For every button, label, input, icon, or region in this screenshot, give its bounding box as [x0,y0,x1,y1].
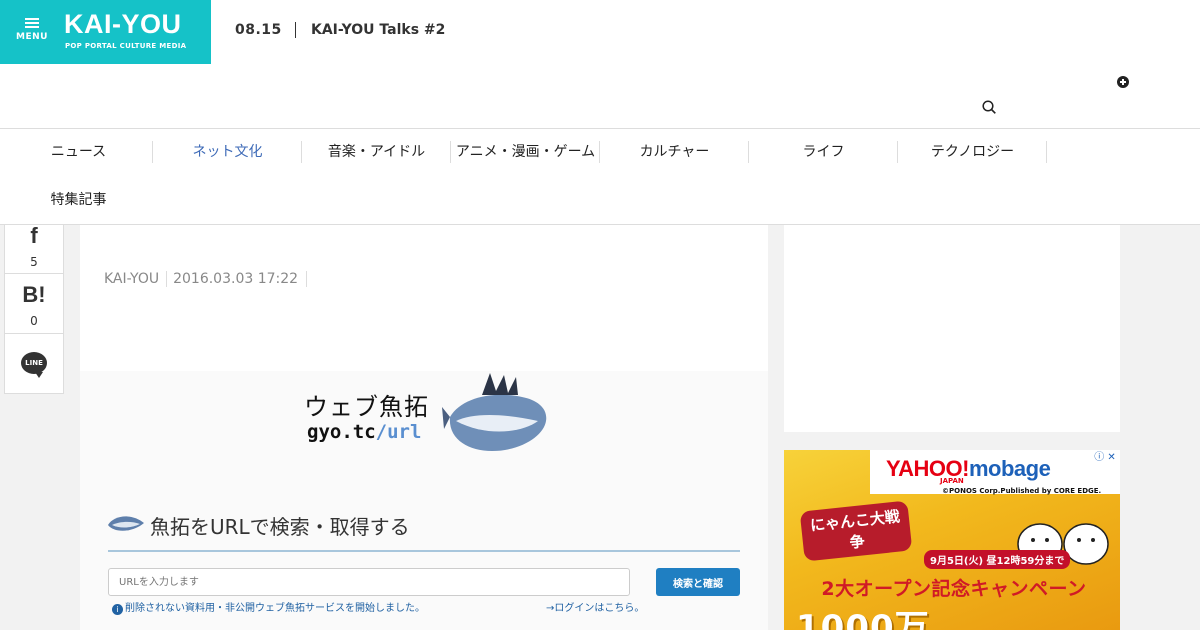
hatena-bookmark-button[interactable]: B! 0 [5,273,63,333]
gyotaku-url-path: /url [375,421,422,443]
fish-print-illustration [442,373,547,451]
line-icon: LINE [21,352,47,378]
gyotaku-search-heading: 魚拓をURLで検索・取得する [150,515,410,539]
search-icon[interactable] [982,100,996,114]
url-input[interactable] [108,568,630,596]
ad-big-text: 1000万 [796,608,930,630]
nav-item-life[interactable]: ライフ [749,129,898,177]
article-author[interactable]: KAI-YOU [104,271,168,287]
nav-item-features[interactable]: 特集記事 [4,177,153,225]
article-hero-image: ウェブ魚拓 gyo.tc/url 魚拓をURLで検索・取得する 検索と確認 i削… [80,371,768,630]
sidebar-ad-banner[interactable]: YAHOO!mobage JAPAN ©PONOS Corp.Published… [784,450,1120,630]
facebook-share-button[interactable]: f 5 [5,225,63,273]
hatena-icon: B! [22,282,46,307]
menu-button[interactable]: MENU [14,18,50,48]
login-link[interactable]: →ログインはこちら。 [546,599,644,614]
ad-brand-bar: YAHOO!mobage JAPAN ©PONOS Corp.Published… [870,450,1120,495]
heading-rule [108,550,740,552]
event-date: 08.15 [235,22,282,38]
nav-item-anime-manga-game[interactable]: アニメ・漫画・ゲーム [451,129,600,177]
facebook-icon: f [30,223,38,248]
site-header: MENU KAI-YOU POP PORTAL CULTURE MEDIA 08… [0,0,1200,129]
divider [295,22,296,38]
event-link[interactable]: KAI-YOU Talks #2 [311,22,445,38]
article-main: KAI-YOU 2016.03.03 17:22 ウェブ魚拓 gyo.tc/url… [80,225,768,630]
hamburger-icon [25,18,39,28]
ad-brand-japan: JAPAN [940,477,964,485]
menu-label: MENU [16,32,48,42]
search-confirm-button[interactable]: 検索と確認 [656,568,740,596]
share-column: f 5 B! 0 LINE [4,225,64,394]
ad-campaign-text: 2大オープン記念キャンペーン [821,578,1087,600]
article-date: 2016.03.03 17:22 [167,271,308,287]
plus-circle-icon[interactable] [1117,76,1129,88]
site-tagline: POP PORTAL CULTURE MEDIA [65,42,187,50]
facebook-share-count: 5 [30,255,38,269]
ad-brand-mobage: mobage [968,456,1051,481]
site-logo[interactable]: KAI-YOU [64,9,182,40]
service-notice-text[interactable]: 削除されない資料用・非公開ウェブ魚拓サービスを開始しました。 [125,603,425,614]
hatena-bookmark-count: 0 [30,314,38,328]
info-icon: i [112,604,123,615]
nav-item-net-culture[interactable]: ネット文化 [153,129,302,177]
ad-choices-close-icon[interactable]: ⓘ ✕ [1090,450,1120,465]
gyotaku-logo-text: ウェブ魚拓 [304,393,429,421]
article-meta: KAI-YOU 2016.03.03 17:22 [104,271,308,287]
gyotaku-url: gyo.tc/url [307,421,421,443]
nav-item-news[interactable]: ニュース [4,129,153,177]
category-nav: ニュース ネット文化 音楽・アイドル アニメ・漫画・ゲーム カルチャー ライフ … [0,129,1200,225]
logo-block: MENU KAI-YOU POP PORTAL CULTURE MEDIA [0,0,211,64]
nav-item-music-idol[interactable]: 音楽・アイドル [302,129,451,177]
ad-game-title: にゃんこ大戦争 [799,500,913,562]
ad-credit: ©PONOS Corp.Published by CORE EDGE. [942,487,1102,495]
ad-deadline: 9月5日(火) 昼12時59分まで [924,550,1071,569]
line-share-button[interactable]: LINE [5,333,63,393]
nav-item-culture[interactable]: カルチャー [600,129,749,177]
sidebar-blank-panel [784,225,1120,432]
service-notice: i 削除されない資料用・非公開ウェブ魚拓サービスを開始しました。 [112,599,425,615]
fish-icon [108,516,144,531]
gyotaku-url-domain: gyo.tc [307,421,376,443]
ad-brand-logo: YAHOO!mobage [886,456,1051,482]
nav-item-technology[interactable]: テクノロジー [898,129,1047,177]
